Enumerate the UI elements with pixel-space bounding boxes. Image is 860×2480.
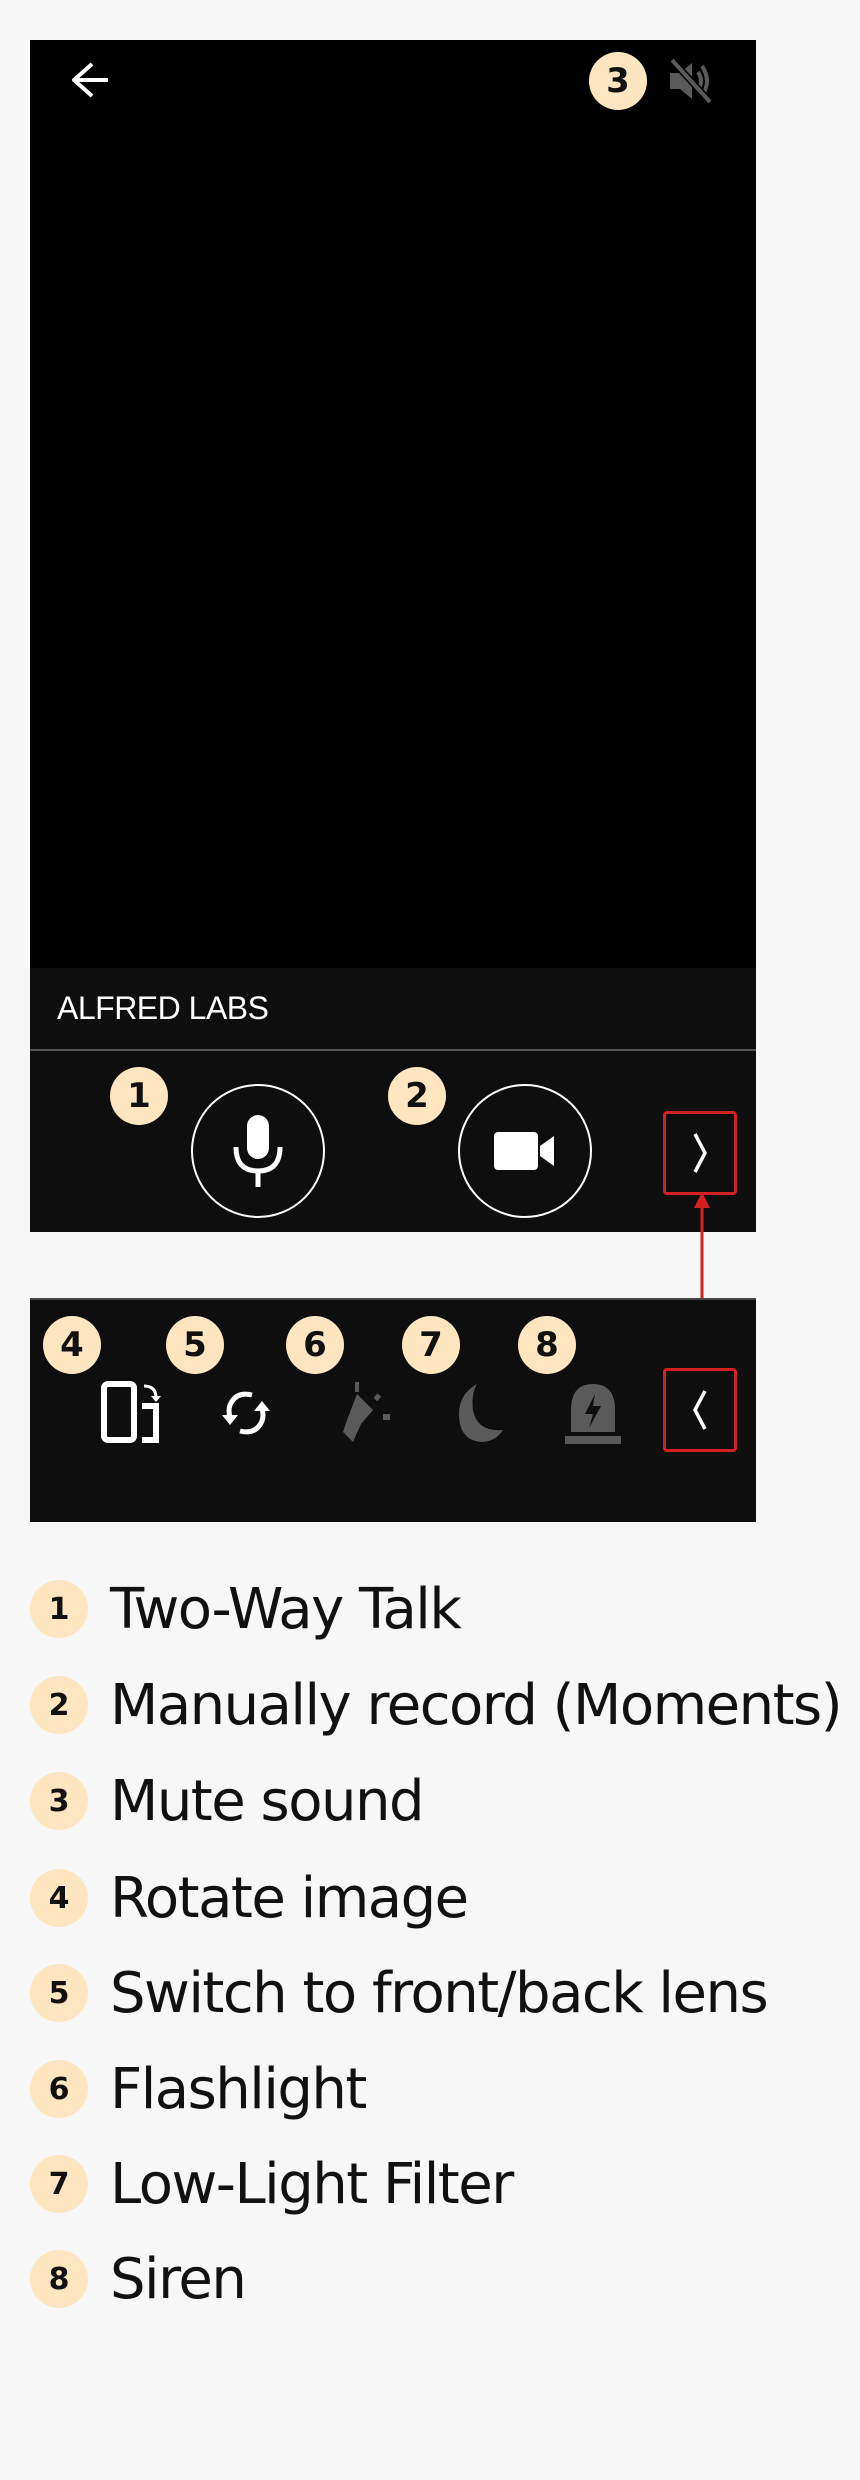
legend-badge: 3 xyxy=(30,1772,88,1830)
flashlight-button[interactable] xyxy=(330,1378,400,1448)
legend-label: Low-Light Filter xyxy=(110,2151,514,2217)
camera-name-bar: ALFRED LABS xyxy=(30,968,756,1050)
legend-label: Manually record (Moments) xyxy=(110,1672,843,1738)
microphone-icon xyxy=(233,1115,283,1187)
volume-mute-icon xyxy=(669,57,713,105)
legend-item: 5 Switch to front/back lens xyxy=(30,1958,769,2028)
video-camera-icon xyxy=(494,1132,554,1170)
flashlight-icon xyxy=(343,1382,390,1442)
badge-5: 5 xyxy=(166,1316,224,1374)
legend-badge: 1 xyxy=(30,1580,88,1638)
legend-label: Siren xyxy=(110,2246,247,2312)
moon-icon xyxy=(459,1384,503,1442)
siren-button[interactable] xyxy=(558,1378,628,1448)
chevron-left-icon xyxy=(693,1390,707,1430)
badge-4: 4 xyxy=(43,1316,101,1374)
legend-item: 2 Manually record (Moments) xyxy=(30,1670,843,1740)
badge-7: 7 xyxy=(402,1316,460,1374)
badge-1: 1 xyxy=(110,1067,168,1125)
legend-item: 8 Siren xyxy=(30,2244,247,2314)
collapse-toolbar-button[interactable] xyxy=(663,1368,737,1452)
badge-3: 3 xyxy=(589,52,647,110)
legend-label: Mute sound xyxy=(110,1768,425,1834)
legend-item: 7 Low-Light Filter xyxy=(30,2149,514,2219)
legend-item: 1 Two-Way Talk xyxy=(30,1574,462,1644)
badge-2: 2 xyxy=(388,1067,446,1125)
badge-6: 6 xyxy=(286,1316,344,1374)
legend-badge: 8 xyxy=(30,2250,88,2308)
legend-label: Rotate image xyxy=(110,1865,469,1931)
two-way-talk-button[interactable] xyxy=(191,1084,325,1218)
low-light-filter-button[interactable] xyxy=(442,1378,512,1448)
rotate-screen-icon xyxy=(101,1381,161,1443)
legend-badge: 6 xyxy=(30,2060,88,2118)
switch-lens-button[interactable] xyxy=(211,1378,281,1448)
arrow-left-icon xyxy=(72,62,108,98)
legend-label: Switch to front/back lens xyxy=(110,1960,769,2026)
legend-item: 3 Mute sound xyxy=(30,1766,425,1836)
record-button[interactable] xyxy=(458,1084,592,1218)
chevron-right-icon xyxy=(693,1133,707,1173)
mute-button[interactable] xyxy=(664,56,716,106)
badge-8: 8 xyxy=(518,1316,576,1374)
switch-camera-icon xyxy=(222,1391,270,1435)
camera-name: ALFRED LABS xyxy=(57,990,269,1026)
legend-badge: 2 xyxy=(30,1676,88,1734)
legend-badge: 4 xyxy=(30,1869,88,1927)
legend-badge: 5 xyxy=(30,1964,88,2022)
expand-toolbar-button[interactable] xyxy=(663,1111,737,1195)
siren-icon xyxy=(565,1384,621,1444)
primary-controls: 1 2 xyxy=(30,1051,756,1232)
legend-label: Flashlight xyxy=(110,2056,367,2122)
legend-badge: 7 xyxy=(30,2155,88,2213)
back-button[interactable] xyxy=(62,58,122,102)
legend-item: 4 Rotate image xyxy=(30,1863,469,1933)
secondary-toolbar: 4 5 6 7 8 xyxy=(30,1298,756,1522)
rotate-image-button[interactable] xyxy=(98,1378,168,1448)
legend-label: Two-Way Talk xyxy=(110,1576,462,1642)
legend-item: 6 Flashlight xyxy=(30,2054,367,2124)
